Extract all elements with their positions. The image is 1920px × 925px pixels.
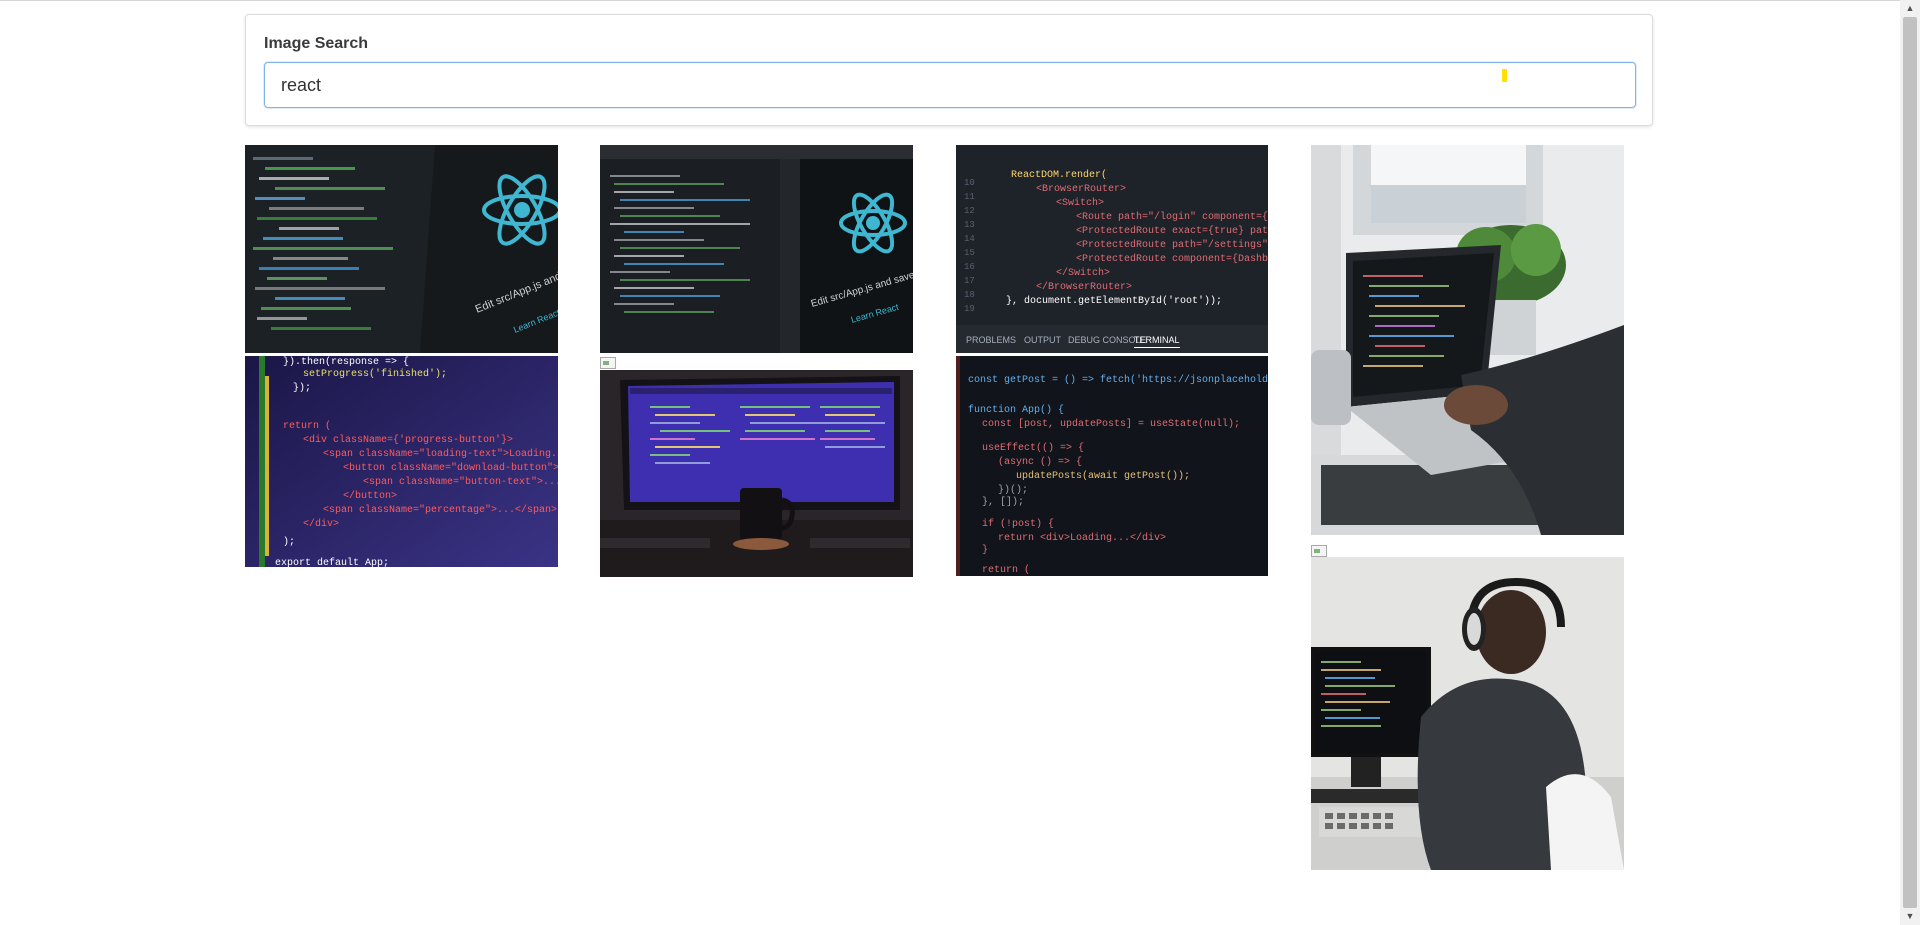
search-label: Image Search	[264, 35, 369, 52]
scroll-up-arrow-icon[interactable]: ▲	[1900, 0, 1920, 17]
react-router-code-image: 101112 131415 16171819 ReactDOM.render( …	[956, 145, 1268, 353]
progress-line-13: export default App;	[275, 557, 389, 567]
fetch-posts-code-image: const getPost = () => fetch('https://jso…	[956, 356, 1268, 576]
react-logo-editor-image: Edit src/App.js and save to reload. Lear…	[600, 145, 913, 353]
router-line-1: ReactDOM.render(	[1011, 169, 1107, 181]
svg-text:15: 15	[964, 248, 975, 258]
router-line-4: <Route path="/login" component={Login} /…	[1076, 211, 1268, 223]
progress-line-3: });	[293, 382, 311, 394]
fetch-line-5: (async () => {	[998, 456, 1082, 468]
developer-with-headphones-image	[1311, 557, 1624, 870]
svg-text:14: 14	[964, 234, 975, 244]
progress-line-8: <span className="button-text">...</span>	[363, 476, 558, 488]
svg-text:19: 19	[964, 304, 975, 314]
router-line-10: }, document.getElementById('root'));	[1006, 295, 1222, 307]
tab-problems: PROBLEMS	[966, 335, 1016, 345]
fetch-line-4: useEffect(() => {	[982, 442, 1084, 454]
progress-line-6: <span className="loading-text">Loading..…	[323, 448, 558, 460]
router-line-2: <BrowserRouter>	[1036, 184, 1126, 195]
router-line-6: <ProtectedRoute path="/settings" />	[1076, 239, 1268, 251]
router-line-9: </BrowserRouter>	[1036, 281, 1132, 293]
progress-line-2: setProgress('finished');	[303, 368, 447, 380]
fetch-line-8: }, []);	[982, 496, 1024, 508]
result-image-6[interactable]	[600, 370, 913, 577]
progress-line-10: <span className="percentage">...</span>	[323, 504, 557, 516]
progress-line-7: <button className="download-button">	[343, 462, 558, 474]
fetch-line-12: return (	[982, 564, 1030, 576]
broken-image-icon	[1311, 545, 1329, 557]
cursor-marker-icon	[1502, 69, 1507, 82]
router-line-8: </Switch>	[1056, 267, 1110, 279]
svg-text:12: 12	[964, 206, 975, 216]
fetch-line-10: return <div>Loading...</div>	[998, 532, 1166, 544]
fetch-line-6: updatePosts(await getPost());	[1016, 470, 1190, 482]
fetch-line-1: const getPost = () => fetch('https://jso…	[968, 374, 1268, 386]
react-logo-code-image: Edit src/App.js and save to reload. Lear…	[245, 145, 558, 353]
fetch-line-9: if (!post) {	[982, 518, 1054, 530]
fetch-line-3: const [post, updatePosts] = useState(nul…	[982, 418, 1240, 430]
progress-line-1: }).then(response => {	[283, 356, 409, 368]
fetch-line-11: }	[982, 544, 988, 556]
result-image-4[interactable]	[1311, 145, 1624, 535]
fetch-line-2: function App() {	[968, 404, 1064, 416]
progress-button-code-image: }).then(response => { setProgress('finis…	[245, 356, 558, 567]
progress-line-4: return (	[283, 420, 331, 432]
search-card: Image Search	[245, 14, 1653, 126]
svg-text:11: 11	[964, 192, 975, 202]
svg-text:17: 17	[964, 276, 975, 286]
search-input[interactable]	[264, 62, 1636, 108]
svg-text:10: 10	[964, 178, 975, 188]
progress-line-11: </div>	[303, 518, 339, 530]
page-scrollbar[interactable]: ▲ ▼	[1900, 0, 1920, 925]
tab-terminal: TERMINAL	[1134, 335, 1180, 345]
monitor-and-mug-image	[600, 370, 913, 577]
fetch-line-7: })();	[998, 484, 1028, 496]
router-line-7: <ProtectedRoute component={Dashboard} />	[1076, 253, 1268, 265]
progress-line-9: </button>	[343, 490, 397, 502]
scroll-down-arrow-icon[interactable]: ▼	[1900, 908, 1920, 925]
scroll-thumb[interactable]	[1903, 17, 1917, 908]
result-image-7[interactable]: const getPost = () => fetch('https://jso…	[956, 356, 1268, 576]
tab-output: OUTPUT	[1024, 335, 1062, 345]
result-image-1[interactable]: Edit src/App.js and save to reload. Lear…	[245, 145, 558, 353]
result-image-5[interactable]: }).then(response => { setProgress('finis…	[245, 356, 558, 567]
laptop-on-desk-image	[1311, 145, 1624, 535]
svg-text:16: 16	[964, 262, 975, 272]
broken-image-icon	[600, 357, 618, 369]
top-border	[0, 0, 1900, 1]
router-line-5: <ProtectedRoute exact={true} path="/" />	[1076, 225, 1268, 237]
progress-line-12: );	[283, 536, 295, 548]
svg-text:13: 13	[964, 220, 975, 230]
result-image-8[interactable]	[1311, 557, 1624, 870]
progress-line-5: <div className={'progress-button'}>	[303, 434, 513, 446]
router-line-3: <Switch>	[1056, 197, 1104, 209]
result-image-2[interactable]: Edit src/App.js and save to reload. Lear…	[600, 145, 913, 353]
result-image-3[interactable]: 10 11 12 13 14 15 16 17 18 19 ReactDOM.render( …	[956, 145, 1268, 353]
svg-text:18: 18	[964, 290, 975, 300]
